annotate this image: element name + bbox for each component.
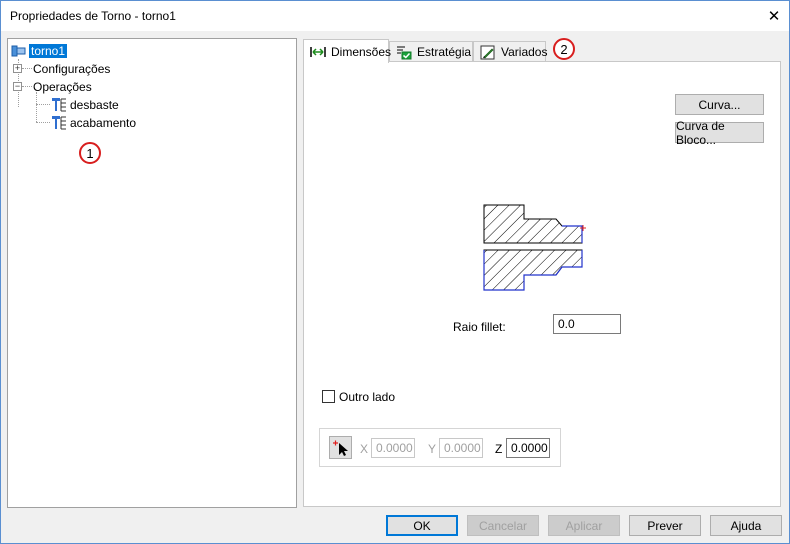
tree-connector: [36, 122, 50, 123]
operations-tree[interactable]: torno1 + Configurações − Operações desba…: [7, 38, 297, 508]
tab-label: Dimensões: [331, 44, 392, 59]
expand-icon[interactable]: +: [13, 64, 22, 73]
cancelar-button[interactable]: Cancelar: [467, 515, 539, 536]
lathe-icon: [11, 44, 27, 58]
pick-cursor-icon: [333, 440, 348, 456]
z-label: Z: [495, 442, 503, 456]
outro-lado-label: Outro lado: [339, 390, 396, 404]
tab-label: Estratégia: [417, 45, 472, 59]
close-button[interactable]: ✕: [759, 1, 789, 31]
toolpath-icon: [51, 115, 67, 130]
pencil-icon: [480, 45, 496, 60]
tab-dimensoes[interactable]: Dimensões: [303, 39, 392, 63]
tree-item-label: acabamento: [70, 115, 137, 130]
tree-item-label: Configurações: [33, 61, 111, 76]
raio-fillet-label: Raio fillet:: [453, 320, 506, 334]
ok-button[interactable]: OK: [386, 515, 458, 536]
tree-item-label: desbaste: [70, 97, 119, 112]
annotation-badge-2: 2: [553, 38, 575, 60]
y-coordinate-input: 0.0000: [439, 438, 483, 458]
dimension-arrows-icon: [310, 45, 326, 59]
title-bar: Propriedades de Torno - torno1 ✕: [1, 1, 789, 31]
tab-variados[interactable]: Variados: [473, 41, 548, 62]
collapse-icon[interactable]: −: [13, 82, 22, 91]
tree-item-label: torno1: [29, 43, 68, 58]
tree-item-label: Operações: [33, 79, 92, 94]
outro-lado-checkbox[interactable]: [322, 390, 335, 403]
curva-button[interactable]: Curva...: [675, 94, 764, 115]
z-coordinate-input[interactable]: 0.0000: [506, 438, 550, 458]
window-title: Propriedades de Torno - torno1: [10, 9, 176, 23]
lathe-profile-diagram: [483, 204, 586, 291]
ajuda-button[interactable]: Ajuda: [710, 515, 782, 536]
annotation-badge-1: 1: [79, 142, 101, 164]
tree-connector: [36, 92, 37, 122]
x-label: X: [360, 442, 369, 456]
tree-item-configuracoes[interactable]: + Configurações: [13, 60, 110, 77]
dialog-window: Propriedades de Torno - torno1 ✕ torno1 …: [0, 0, 790, 544]
close-icon: ✕: [767, 8, 781, 25]
prever-button[interactable]: Prever: [629, 515, 701, 536]
tree-item-operacoes[interactable]: − Operações: [13, 78, 92, 95]
tree-item-desbaste[interactable]: desbaste: [51, 96, 119, 113]
curva-bloco-button[interactable]: Curva de Bloco...: [675, 119, 764, 147]
tab-label: Variados: [501, 45, 548, 59]
strategy-check-icon: [396, 45, 412, 60]
tree-connector: [36, 104, 50, 105]
tree-item-acabamento[interactable]: acabamento: [51, 114, 136, 131]
raio-fillet-input[interactable]: 0.0: [553, 314, 621, 334]
tab-estrategia[interactable]: Estratégia: [389, 41, 473, 62]
tree-item-root[interactable]: torno1: [11, 42, 68, 59]
toolpath-icon: [51, 97, 67, 112]
pick-point-button[interactable]: [329, 436, 352, 459]
position-group: X 0.0000 Y 0.0000 Z 0.0000: [319, 428, 561, 467]
y-label: Y: [428, 442, 437, 456]
x-coordinate-input: 0.0000: [371, 438, 415, 458]
aplicar-button[interactable]: Aplicar: [548, 515, 620, 536]
